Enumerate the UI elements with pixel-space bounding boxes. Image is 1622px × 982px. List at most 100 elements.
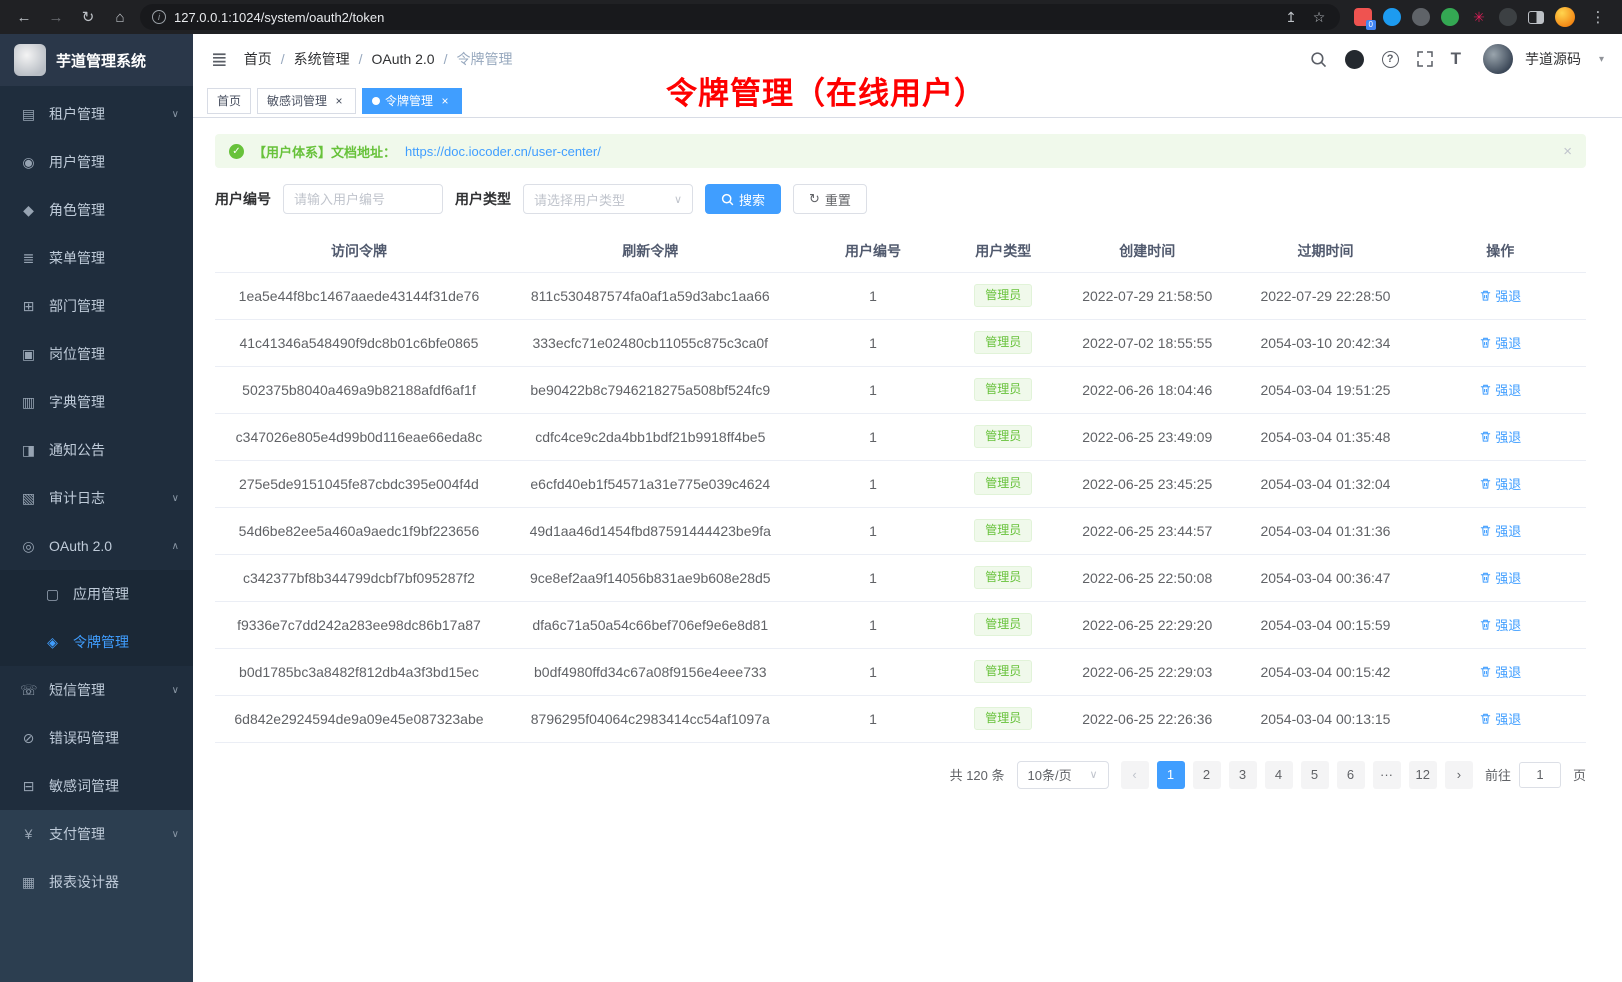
alert-close-icon[interactable]: × [1563,143,1572,160]
page-number-button[interactable]: 5 [1301,761,1329,789]
force-logout-button[interactable]: 强退 [1479,380,1521,399]
sidebar-item[interactable]: ▢ 应用管理 [0,570,193,618]
page-number-button[interactable]: ··· [1373,761,1401,789]
tab-label: 敏感词管理 [267,92,327,109]
browser-menu-icon[interactable]: ⋮ [1586,5,1610,29]
sidebar-item-icon: ◨ [20,442,37,459]
force-logout-button[interactable]: 强退 [1479,474,1521,493]
url-bar[interactable]: i 127.0.0.1:1024/system/oauth2/token ↥ ☆ [140,4,1340,30]
sidebar-item[interactable]: ▣ 岗位管理 [0,330,193,378]
pagination: 共 120 条 10条/页 ∨ ‹ 1 2 3 4 5 [215,761,1586,809]
table-row: b0d1785bc3a8482f812db4a3f3bd15ec b0df498… [215,648,1586,695]
user-id-cell: 1 [798,554,949,601]
browser-profile-avatar[interactable] [1555,7,1575,27]
user-type-badge: 管理员 [974,331,1032,355]
extension-icon-blue[interactable] [1383,8,1401,26]
user-type-select[interactable]: 请选择用户类型 ∨ [523,184,693,214]
sidebar-item[interactable]: ◨ 通知公告 [0,426,193,474]
breadcrumb-item[interactable]: 首页 [244,49,272,69]
page-number-button[interactable]: 1 [1157,761,1185,789]
action-cell: 强退 [1415,507,1586,554]
action-cell: 强退 [1415,272,1586,319]
side-panel-icon[interactable] [1528,11,1544,24]
user-type-cell: 管理员 [948,460,1058,507]
force-logout-button[interactable]: 强退 [1479,286,1521,305]
reset-button-label: 重置 [825,190,851,209]
prev-page-button[interactable]: ‹ [1121,761,1149,789]
access-token-cell: 1ea5e44f8bc1467aaede43144f31de76 [215,272,503,319]
page-number-button[interactable]: 4 [1265,761,1293,789]
help-icon[interactable]: ? [1382,51,1399,68]
force-logout-button[interactable]: 强退 [1479,568,1521,587]
page-number-button[interactable]: 12 [1409,761,1437,789]
tab-close-icon[interactable]: × [438,94,452,108]
extension-icon-colorful[interactable]: ✳ [1470,8,1488,26]
hamburger-icon[interactable]: ≣ [211,47,228,72]
user-id-cell: 1 [798,272,949,319]
doc-link[interactable]: https://doc.iocoder.cn/user-center/ [405,144,601,159]
sidebar-item[interactable]: ◉ 用户管理 [0,138,193,186]
trash-icon [1479,289,1492,302]
github-icon[interactable] [1345,50,1364,69]
forward-icon[interactable]: → [44,5,68,29]
column-header: 用户编号 [798,230,949,272]
extension-icon-dark2[interactable] [1499,8,1517,26]
sidebar-item-icon: ☏ [20,682,37,699]
extension-icon-red[interactable]: 0 [1354,8,1372,26]
bookmark-star-icon[interactable]: ☆ [1310,8,1328,26]
page-number-button[interactable]: 6 [1337,761,1365,789]
sidebar-item[interactable]: ¥ 支付管理 ∨ [0,810,193,858]
force-logout-button[interactable]: 强退 [1479,709,1521,728]
sidebar-item[interactable]: ≣ 菜单管理 [0,234,193,282]
sidebar-item[interactable]: ▧ 审计日志 ∨ [0,474,193,522]
sidebar-item[interactable]: ▥ 字典管理 [0,378,193,426]
sidebar-item-label: 敏感词管理 [49,776,179,796]
extension-icon-dark[interactable] [1412,8,1430,26]
tags-bar: 首页 × 敏感词管理 × 令牌管理 × [193,84,1622,118]
sidebar-item[interactable]: ⊞ 部门管理 [0,282,193,330]
sidebar-item[interactable]: ◆ 角色管理 [0,186,193,234]
tab[interactable]: 令牌管理 × [362,88,462,114]
force-logout-button[interactable]: 强退 [1479,427,1521,446]
sidebar-item[interactable]: ▦ 报表设计器 [0,858,193,906]
next-page-button[interactable]: › [1445,761,1473,789]
sidebar-item[interactable]: ◎ OAuth 2.0 ∧ [0,522,193,570]
sidebar-item[interactable]: ▤ 租户管理 ∨ [0,90,193,138]
breadcrumb-item[interactable]: OAuth 2.0 [350,51,435,67]
breadcrumb-item[interactable]: 系统管理 [272,49,350,69]
tab[interactable]: 敏感词管理 × [257,88,356,114]
force-logout-button[interactable]: 强退 [1479,333,1521,352]
sidebar-item[interactable]: ⊟ 敏感词管理 [0,762,193,810]
font-size-icon[interactable]: T [1451,49,1461,69]
sidebar-item[interactable]: ☏ 短信管理 ∨ [0,666,193,714]
sidebar-item-label: 令牌管理 [73,632,179,652]
reset-button[interactable]: ↻ 重置 [793,184,867,214]
sidebar-item[interactable]: ⊘ 错误码管理 [0,714,193,762]
force-logout-button[interactable]: 强退 [1479,662,1521,681]
username[interactable]: 芋道源码 [1525,49,1581,69]
page-size-select[interactable]: 10条/页 ∨ [1017,761,1109,789]
search-button[interactable]: 搜索 [705,184,781,214]
user-id-input[interactable] [283,184,443,214]
share-icon[interactable]: ↥ [1282,8,1300,26]
goto-page-input[interactable] [1519,762,1561,788]
site-info-icon[interactable]: i [152,10,166,24]
extension-icon-green[interactable] [1441,8,1459,26]
back-icon[interactable]: ← [12,5,36,29]
tab-close-icon[interactable]: × [332,94,346,108]
page-number-button[interactable]: 2 [1193,761,1221,789]
reload-icon[interactable]: ↻ [76,5,100,29]
app-logo[interactable]: 芋道管理系统 [0,34,193,86]
refresh-token-cell: dfa6c71a50a54c66bef706ef9e6e8d81 [503,601,798,648]
force-logout-button[interactable]: 强退 [1479,615,1521,634]
sidebar-item[interactable]: ◈ 令牌管理 [0,618,193,666]
search-icon[interactable] [1310,51,1327,68]
page-number-button[interactable]: 3 [1229,761,1257,789]
home-icon[interactable]: ⌂ [108,5,132,29]
fullscreen-icon[interactable] [1417,51,1433,67]
breadcrumb-item[interactable]: 令牌管理 [435,49,513,69]
user-avatar[interactable] [1483,44,1513,74]
tab[interactable]: 首页 × [207,88,251,114]
create-time-cell: 2022-06-25 23:45:25 [1058,460,1236,507]
force-logout-button[interactable]: 强退 [1479,521,1521,540]
